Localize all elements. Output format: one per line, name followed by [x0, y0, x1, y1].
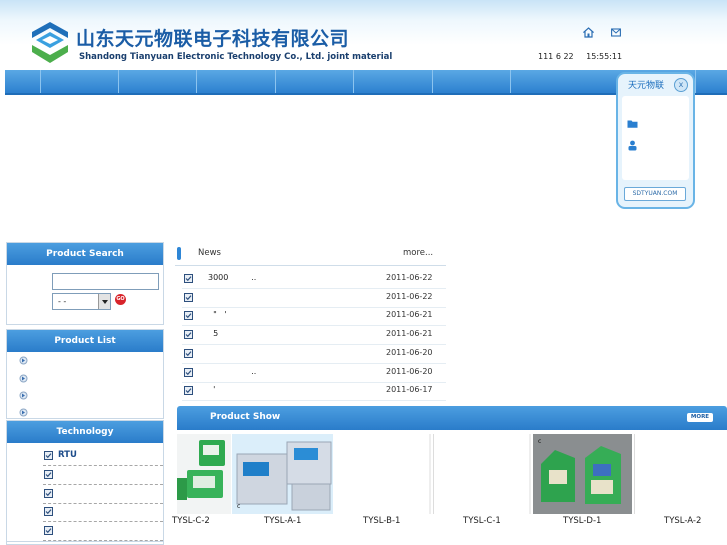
product-show-more-button[interactable]: MORE [687, 413, 713, 422]
news-item[interactable]: .. 2011-06-20 [182, 364, 446, 383]
news-title: News [198, 248, 221, 258]
online-service-panel: 天元物联 x SDTYUAN.COM [616, 72, 695, 209]
news-item-title: 5 [208, 329, 219, 338]
document-icon [44, 507, 53, 516]
category-select-value: - - [58, 297, 67, 306]
news-item-date: 2011-06-22 [386, 292, 433, 301]
document-icon [184, 330, 193, 339]
news-more-link[interactable]: more... [403, 248, 433, 258]
product-image-tysl-c-1[interactable] [433, 434, 531, 514]
product-image-tysl-d-1[interactable]: c [533, 434, 632, 514]
nav-item-6[interactable] [432, 70, 510, 93]
product-list-header: Product List [7, 330, 163, 352]
nav-item-3[interactable] [196, 70, 274, 93]
nav-item-2[interactable] [118, 70, 196, 93]
product-show-header: Product Show MORE [177, 406, 727, 430]
product-list-item-icon[interactable] [19, 356, 28, 365]
technology-item[interactable] [43, 485, 163, 504]
news-item-date: 2011-06-22 [386, 273, 433, 282]
technology-item[interactable]: RTU [43, 447, 163, 466]
panel-title: 天元物联 [628, 81, 665, 91]
product-list-item-icon[interactable] [19, 374, 28, 383]
news-item-title: " ' [208, 310, 227, 319]
panel-footer[interactable]: SDTYUAN.COM [624, 187, 686, 201]
technology-header: Technology [7, 421, 163, 443]
product-label[interactable]: TYSL-C-1 [463, 516, 501, 526]
news-item[interactable]: 2011-06-20 [182, 345, 446, 364]
product-search-header: Product Search [7, 243, 163, 265]
news-item-date: 2011-06-21 [386, 329, 433, 338]
svg-text:c: c [538, 438, 541, 445]
home-icon[interactable] [583, 27, 594, 38]
document-icon [184, 349, 193, 358]
product-image-tysl-a-1[interactable]: c [232, 434, 333, 514]
nav-item-8[interactable] [695, 70, 727, 93]
news-item-date: 2011-06-17 [386, 385, 433, 394]
product-label[interactable]: TYSL-A-2 [664, 516, 701, 526]
document-icon [44, 470, 53, 479]
user-icon[interactable] [627, 140, 638, 151]
news-item[interactable]: " ' 2011-06-21 [182, 307, 446, 326]
product-label[interactable]: TYSL-A-1 [264, 516, 301, 526]
site-header: 山东天元物联电子科技有限公司 Shandong Tianyuan Electro… [0, 0, 727, 70]
mail-icon[interactable] [611, 28, 621, 37]
document-icon [44, 451, 53, 460]
document-icon [184, 368, 193, 377]
search-input[interactable] [52, 273, 159, 290]
company-logo-icon[interactable] [30, 21, 70, 65]
news-item[interactable]: ' 2011-06-17 [182, 382, 446, 401]
document-icon [184, 311, 193, 320]
technology-item[interactable] [43, 522, 163, 541]
company-name-cn: 山东天元物联电子科技有限公司 [76, 28, 350, 50]
close-icon[interactable]: x [674, 78, 688, 92]
time-text: 15:55:11 [586, 52, 623, 61]
news-marker [177, 247, 181, 260]
folder-icon[interactable] [627, 119, 638, 128]
search-go-button[interactable]: GO [115, 294, 126, 305]
date-time: 111 6 22 15:55:11 [538, 52, 632, 61]
document-icon [184, 274, 193, 283]
news-item-date: 2011-06-20 [386, 367, 433, 376]
news-item-date: 2011-06-20 [386, 348, 433, 357]
divider [6, 541, 164, 542]
divider [175, 265, 446, 266]
product-list-item-icon[interactable] [19, 408, 28, 417]
svg-text:c: c [237, 503, 240, 510]
news-item-title: 3000 .. [208, 273, 257, 282]
panel-body [622, 96, 689, 180]
product-image-tysl-a-2[interactable] [634, 434, 727, 514]
document-icon [184, 293, 193, 302]
product-label[interactable]: TYSL-C-2 [172, 516, 210, 526]
chevron-down-icon[interactable] [98, 294, 110, 309]
news-item-title: .. [208, 367, 257, 376]
nav-item-7[interactable] [510, 70, 588, 93]
nav-item-5[interactable] [353, 70, 431, 93]
news-item[interactable]: 5 2011-06-21 [182, 326, 446, 345]
product-show-title: Product Show [210, 412, 281, 422]
product-image-tysl-c-2[interactable] [177, 434, 231, 514]
product-image-tysl-b-1[interactable] [333, 434, 431, 514]
technology-item[interactable] [43, 503, 163, 522]
document-icon [184, 386, 193, 395]
news-item[interactable]: 3000 .. 2011-06-22 [182, 270, 446, 289]
date-text: 111 6 22 [538, 52, 574, 61]
product-label[interactable]: TYSL-D-1 [563, 516, 601, 526]
nav-item-1[interactable] [40, 70, 118, 93]
news-item-title: ' [208, 385, 216, 394]
document-icon [44, 526, 53, 535]
company-name-en: Shandong Tianyuan Electronic Technology … [79, 52, 393, 62]
product-label[interactable]: TYSL-B-1 [363, 516, 400, 526]
technology-item-label: RTU [58, 450, 77, 460]
news-item[interactable]: 2011-06-22 [182, 289, 446, 308]
news-item-date: 2011-06-21 [386, 310, 433, 319]
document-icon [44, 489, 53, 498]
nav-item-4[interactable] [275, 70, 353, 93]
product-list-item-icon[interactable] [19, 391, 28, 400]
technology-item[interactable] [43, 466, 163, 485]
category-select[interactable]: - - [52, 293, 111, 310]
